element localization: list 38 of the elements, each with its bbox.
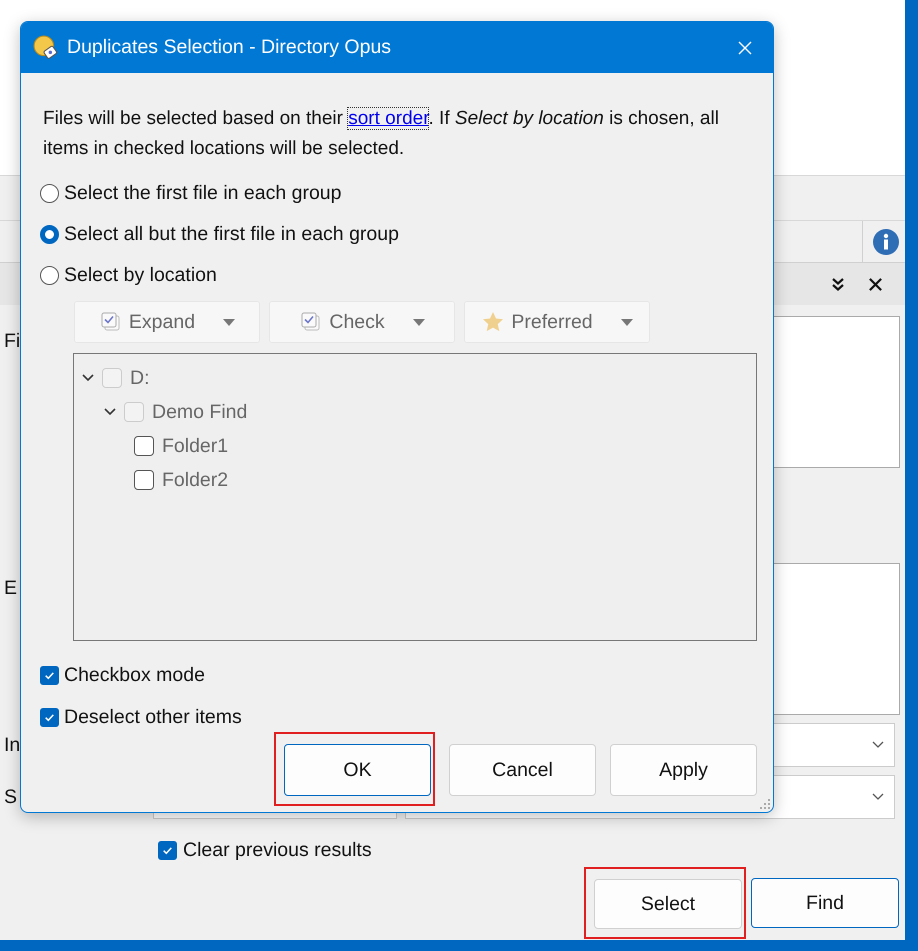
dropdown-arrow-icon xyxy=(620,318,633,326)
field-label: S xyxy=(4,786,18,808)
app-icon xyxy=(33,34,59,60)
radio-button[interactable] xyxy=(40,225,59,244)
checkbox-label: Deselect other items xyxy=(64,706,242,729)
chevron-down-icon xyxy=(872,741,884,749)
action-button[interactable]: Find xyxy=(751,878,899,928)
checkbox[interactable] xyxy=(40,708,59,727)
collapse-icon[interactable] xyxy=(830,276,846,292)
dialog-button[interactable]: OK xyxy=(284,744,431,796)
close-icon[interactable] xyxy=(868,276,883,292)
checkbox[interactable] xyxy=(40,666,59,685)
toolbar-button[interactable]: Preferred xyxy=(464,301,650,343)
window-title: Duplicates Selection - Directory Opus xyxy=(67,36,392,59)
dialog-button[interactable]: Cancel xyxy=(449,744,596,796)
field-label: In xyxy=(4,734,20,756)
checkbox-label: Checkbox mode xyxy=(64,664,205,687)
toolbar-button[interactable]: Check xyxy=(269,301,455,343)
resize-grip-icon[interactable] xyxy=(760,799,770,809)
checkbox[interactable] xyxy=(158,841,177,860)
radio-button[interactable] xyxy=(40,184,59,203)
dialog-button[interactable]: Apply xyxy=(610,744,757,796)
action-button[interactable]: Select xyxy=(594,879,742,929)
intro-text: Files will be selected based on their sort order. If Select by location is chosen, all items in checked locations will be selected. xyxy=(43,107,720,161)
sort-order-link[interactable]: sort order xyxy=(348,108,428,129)
info-icon[interactable] xyxy=(873,228,899,254)
radio-label: Select the first file in each group xyxy=(64,182,342,205)
checkbox-label: Clear previous results xyxy=(183,839,372,862)
chevron-down-icon xyxy=(872,793,884,801)
radio-button[interactable] xyxy=(40,266,59,285)
star-icon xyxy=(481,310,506,334)
dropdown-arrow-icon xyxy=(412,318,425,326)
toolbar-button[interactable]: Expand xyxy=(74,301,260,343)
radio-label: Select by location xyxy=(64,264,217,287)
field-label: Fi xyxy=(4,330,20,353)
field-label: E xyxy=(4,577,18,600)
dropdown-arrow-icon xyxy=(223,318,236,326)
radio-label: Select all but the first file in each group xyxy=(64,223,399,246)
